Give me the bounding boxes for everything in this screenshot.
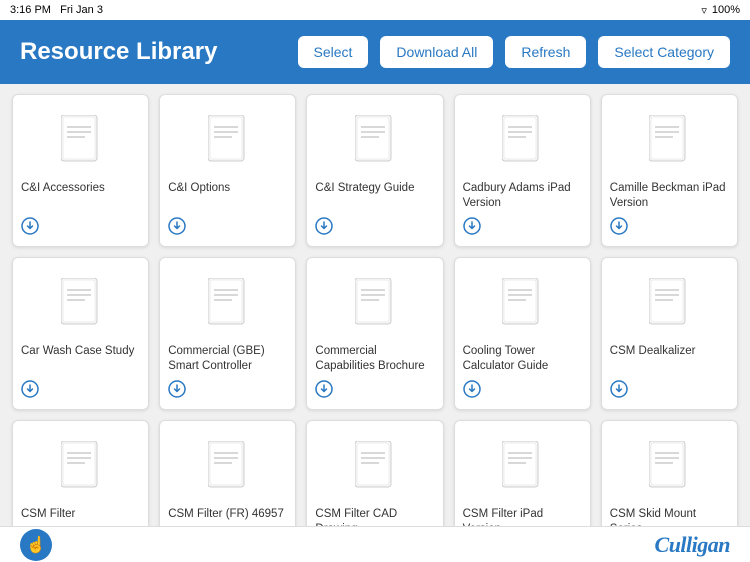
card-download-icon[interactable] <box>21 217 39 238</box>
card-doc-icon <box>610 268 729 338</box>
bottom-bar: ☝ Culligan <box>0 526 750 562</box>
status-time: 3:16 PM Fri Jan 3 <box>10 4 103 16</box>
wifi-icon: ▿ <box>701 4 707 17</box>
culligan-logo: Culligan <box>655 532 730 558</box>
battery-icon: 100% <box>712 4 740 16</box>
card-download-icon[interactable] <box>21 380 39 401</box>
header: Resource Library Select Download All Ref… <box>0 20 750 84</box>
card-download-icon[interactable] <box>610 217 628 238</box>
card-doc-icon <box>21 105 140 175</box>
card-doc-icon <box>315 268 434 338</box>
resource-card[interactable]: CSM Skid Mount Series <box>601 420 738 526</box>
resource-card[interactable]: C&I Options <box>159 94 296 247</box>
card-doc-icon <box>315 431 434 501</box>
resource-card[interactable]: CSM Filter <box>12 420 149 526</box>
resource-card[interactable]: CSM Dealkalizer <box>601 257 738 410</box>
card-download-icon[interactable] <box>315 217 333 238</box>
card-title: C&I Strategy Guide <box>315 181 414 211</box>
card-download-icon[interactable] <box>168 217 186 238</box>
card-title: Camille Beckman iPad Version <box>610 181 729 211</box>
touch-icon[interactable]: ☝ <box>20 529 52 561</box>
card-doc-icon <box>463 105 582 175</box>
resource-card[interactable]: CSM Filter iPad Version <box>454 420 591 526</box>
resource-card[interactable]: Car Wash Case Study <box>12 257 149 410</box>
card-title: C&I Options <box>168 181 230 211</box>
card-title: CSM Filter CAD Drawing <box>315 507 434 526</box>
resource-card[interactable]: Cadbury Adams iPad Version <box>454 94 591 247</box>
resource-grid-container: C&I Accessories C&I Options <box>0 84 750 526</box>
resource-card[interactable]: C&I Accessories <box>12 94 149 247</box>
status-icons: ▿ 100% <box>701 4 740 17</box>
status-bar: 3:16 PM Fri Jan 3 ▿ 100% <box>0 0 750 20</box>
card-doc-icon <box>168 268 287 338</box>
card-doc-icon <box>610 431 729 501</box>
card-doc-icon <box>168 431 287 501</box>
card-download-icon[interactable] <box>463 217 481 238</box>
resource-grid: C&I Accessories C&I Options <box>12 94 738 526</box>
card-download-icon[interactable] <box>315 380 333 401</box>
resource-card[interactable]: C&I Strategy Guide <box>306 94 443 247</box>
card-title: Cooling Tower Calculator Guide <box>463 344 582 374</box>
resource-card[interactable]: CSM Filter CAD Drawing <box>306 420 443 526</box>
card-title: C&I Accessories <box>21 181 105 211</box>
card-title: CSM Dealkalizer <box>610 344 696 374</box>
card-download-icon[interactable] <box>168 380 186 401</box>
resource-card[interactable]: Cooling Tower Calculator Guide <box>454 257 591 410</box>
page-title: Resource Library <box>20 38 286 66</box>
card-title: Commercial (GBE) Smart Controller <box>168 344 287 374</box>
card-title: CSM Filter <box>21 507 75 526</box>
card-doc-icon <box>315 105 434 175</box>
card-doc-icon <box>21 431 140 501</box>
card-download-icon[interactable] <box>610 380 628 401</box>
card-doc-icon <box>168 105 287 175</box>
card-doc-icon <box>463 431 582 501</box>
refresh-button[interactable]: Refresh <box>505 36 586 68</box>
card-title: Car Wash Case Study <box>21 344 134 374</box>
resource-card[interactable]: CSM Filter (FR) 46957 <box>159 420 296 526</box>
select-button[interactable]: Select <box>298 36 369 68</box>
card-title: CSM Skid Mount Series <box>610 507 729 526</box>
card-doc-icon <box>610 105 729 175</box>
select-category-button[interactable]: Select Category <box>598 36 730 68</box>
card-title: CSM Filter iPad Version <box>463 507 582 526</box>
card-title: CSM Filter (FR) 46957 <box>168 507 284 526</box>
card-title: Commercial Capabilities Brochure <box>315 344 434 374</box>
card-title: Cadbury Adams iPad Version <box>463 181 582 211</box>
resource-card[interactable]: Camille Beckman iPad Version <box>601 94 738 247</box>
download-all-button[interactable]: Download All <box>380 36 493 68</box>
resource-card[interactable]: Commercial Capabilities Brochure <box>306 257 443 410</box>
resource-card[interactable]: Commercial (GBE) Smart Controller <box>159 257 296 410</box>
card-doc-icon <box>21 268 140 338</box>
card-doc-icon <box>463 268 582 338</box>
card-download-icon[interactable] <box>463 380 481 401</box>
